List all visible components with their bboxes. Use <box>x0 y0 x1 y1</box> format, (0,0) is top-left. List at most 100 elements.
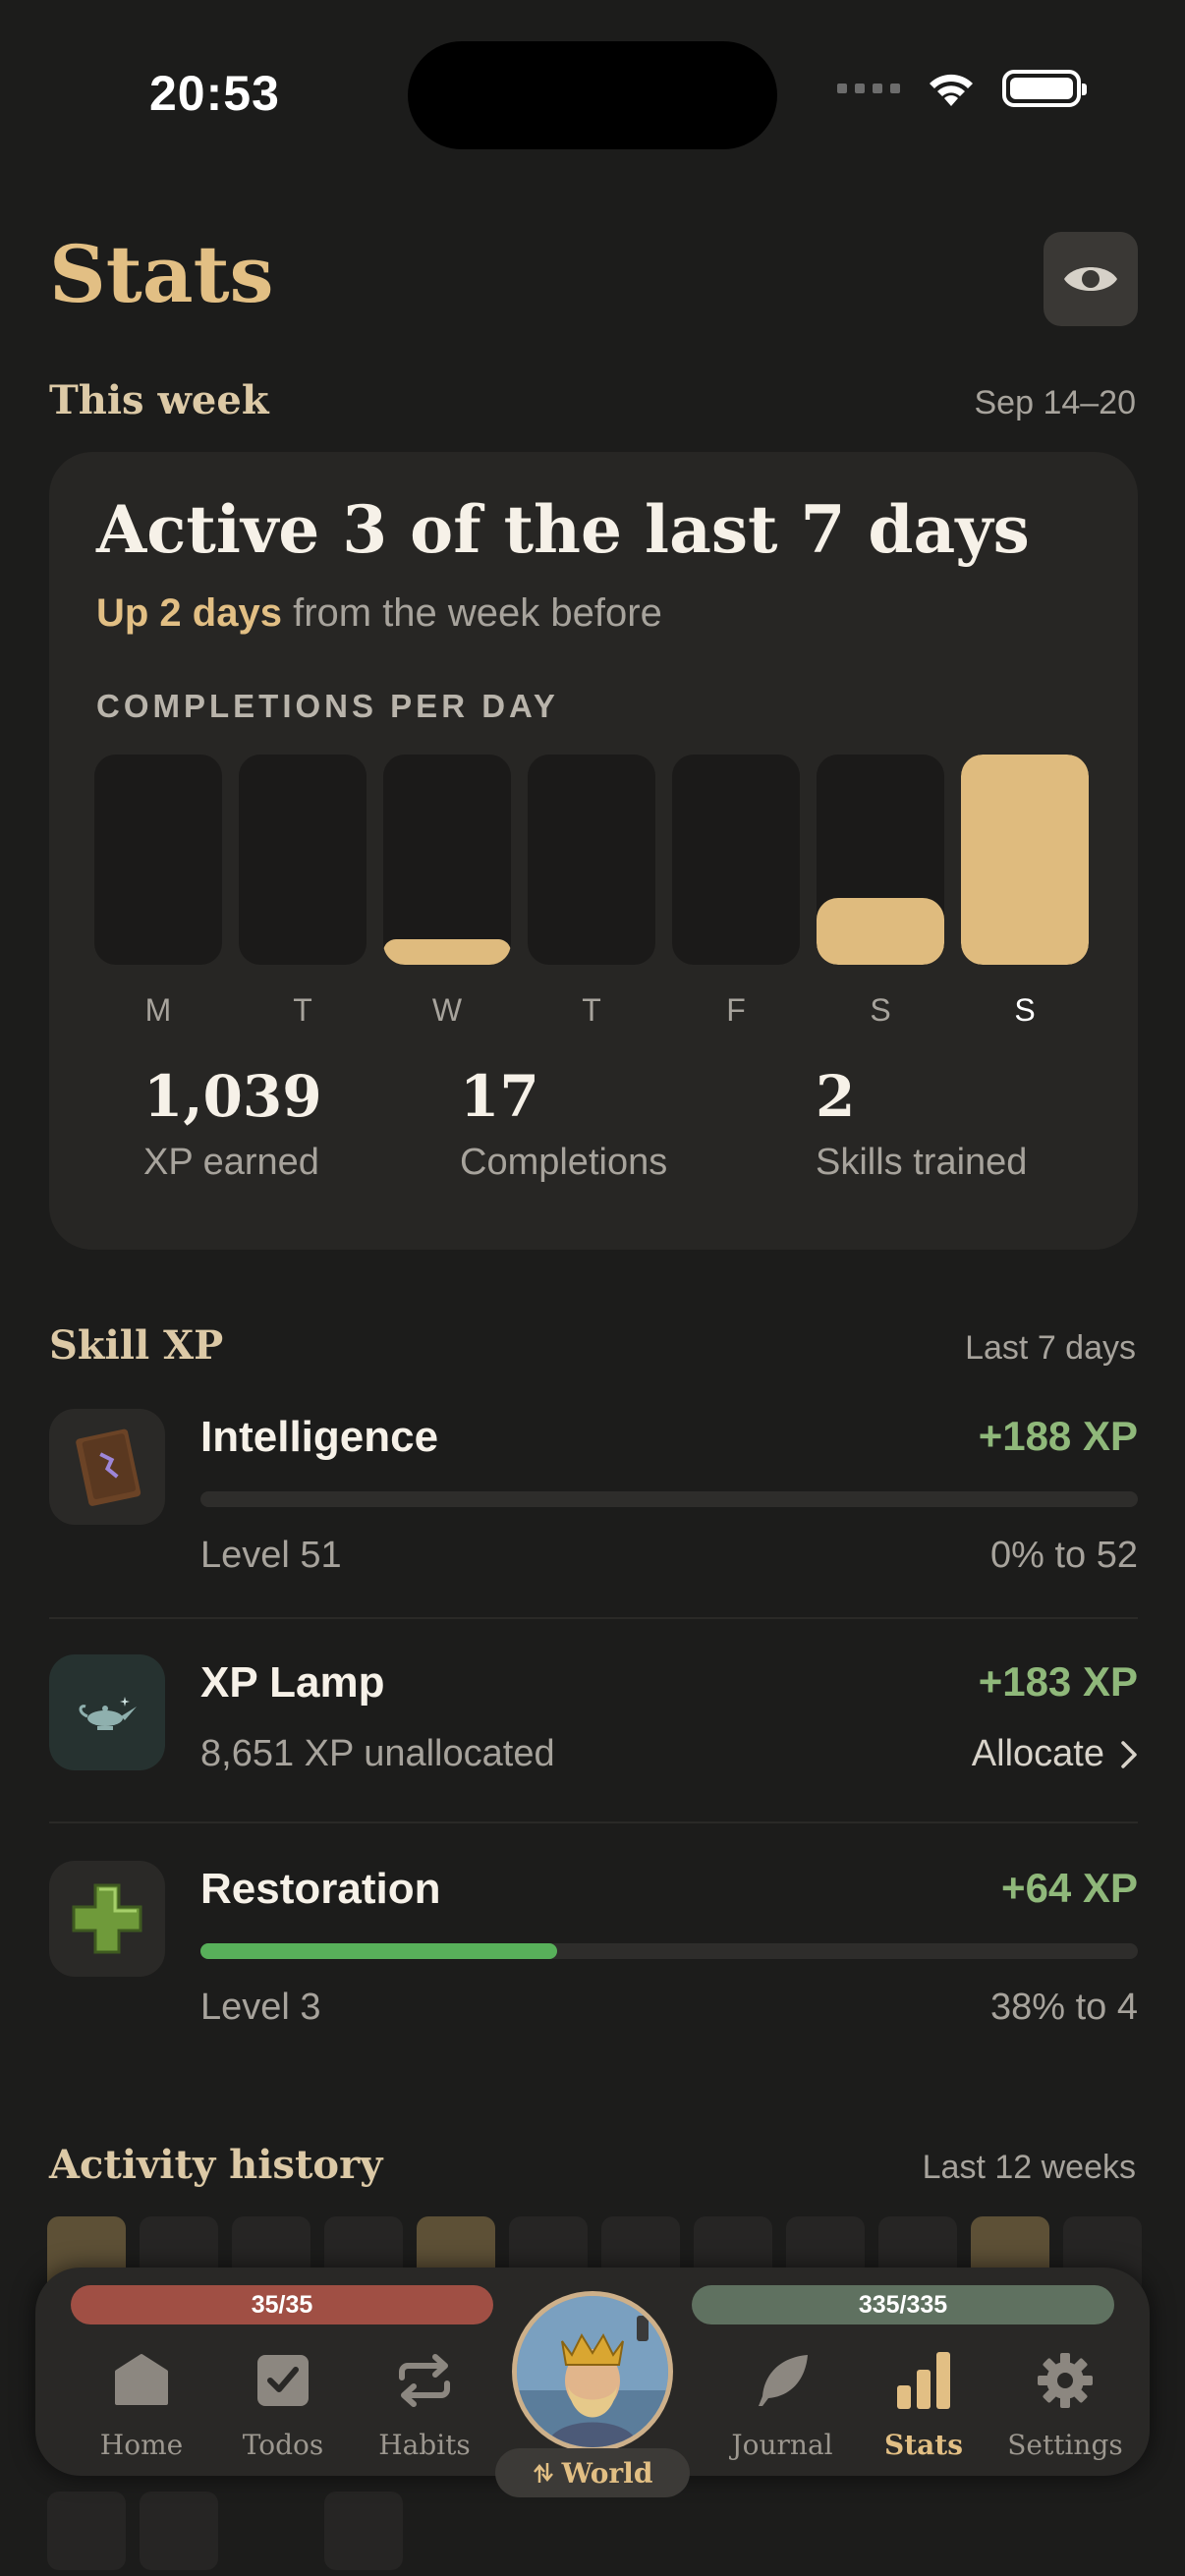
nav-habits[interactable]: Habits <box>356 2346 493 2461</box>
nav-label: Habits <box>378 2429 471 2461</box>
date-range: Sep 14–20 <box>974 384 1137 421</box>
day-label: F <box>726 992 746 1028</box>
spellbook-icon <box>49 1409 165 1525</box>
skill-xp-range: Last 7 days <box>965 1329 1136 1367</box>
battery-icon <box>1002 70 1087 107</box>
bar-slot <box>817 755 944 965</box>
section-title-activity: Activity history <box>49 2142 383 2188</box>
nav-label: Todos <box>242 2429 324 2461</box>
green-cross-icon <box>49 1861 165 1977</box>
skill-level: Level 3 <box>200 1987 321 2028</box>
day-label-today: S <box>1014 992 1036 1028</box>
this-week-header: This week Sep 14–20 <box>49 377 1136 423</box>
gear-icon <box>1031 2346 1100 2415</box>
stat-value: 17 <box>460 1063 539 1130</box>
stat-label: Completions <box>460 1142 668 1183</box>
skill-name: XP Lamp <box>200 1658 385 1707</box>
section-title-skill-xp: Skill XP <box>49 1322 224 1369</box>
nav-stats[interactable]: Stats <box>855 2346 992 2461</box>
swap-arrows-icon <box>533 2463 553 2483</box>
nav-label: Home <box>99 2429 184 2461</box>
health-bar: 35/35 <box>71 2285 493 2324</box>
nav-label: Journal <box>731 2429 833 2461</box>
stat-xp-earned: 1,039 XP earned <box>143 1063 322 1184</box>
bar-slot <box>961 755 1089 965</box>
heatmap-cell <box>324 2492 403 2570</box>
skill-xp-gain: +183 XP <box>978 1658 1138 1705</box>
stat-label: XP earned <box>143 1142 319 1183</box>
signal-dots-icon <box>837 84 900 93</box>
chart-label: COMPLETIONS PER DAY <box>96 688 559 724</box>
king-avatar-icon <box>517 2296 668 2447</box>
weekly-summary-card: Active 3 of the last 7 days Up 2 days fr… <box>49 452 1138 1250</box>
day-label: W <box>431 992 463 1028</box>
skill-name: Intelligence <box>200 1413 439 1461</box>
skill-progress-text: 0% to 52 <box>990 1535 1138 1576</box>
skill-progress-track <box>200 1491 1138 1507</box>
skill-xp-header: Skill XP Last 7 days <box>49 1322 1136 1369</box>
nav-journal[interactable]: Journal <box>713 2346 851 2461</box>
checkbox-icon <box>249 2346 317 2415</box>
unallocated-xp: 8,651 XP unallocated <box>200 1733 555 1774</box>
world-label: World <box>561 2456 653 2490</box>
stat-skills-trained: 2 Skills trained <box>816 1063 1027 1184</box>
home-icon <box>107 2346 176 2415</box>
skill-level: Level 51 <box>200 1535 342 1576</box>
delta-accent: Up 2 days <box>96 591 282 635</box>
day-label: M <box>144 992 172 1028</box>
bar-chart-icon <box>889 2346 958 2415</box>
nav-settings[interactable]: Settings <box>996 2346 1134 2461</box>
completions-bar-chart <box>94 755 1091 965</box>
dynamic-island <box>408 41 777 149</box>
skill-progress-text: 38% to 4 <box>990 1987 1138 2028</box>
heatmap-cell <box>140 2492 218 2570</box>
skill-row-restoration[interactable]: Restoration +64 XP Level 3 38% to 4 <box>49 1861 1138 2057</box>
bar-slot <box>239 755 367 965</box>
avatar[interactable] <box>512 2291 673 2452</box>
stat-completions: 17 Completions <box>460 1063 667 1184</box>
genie-lamp-icon <box>49 1654 165 1770</box>
stat-value: 1,039 <box>143 1063 322 1130</box>
skill-name: Restoration <box>200 1865 441 1913</box>
nav-label: Stats <box>884 2429 963 2461</box>
activity-range: Last 12 weeks <box>922 2149 1136 2186</box>
repeat-icon <box>390 2346 459 2415</box>
bar-slot <box>528 755 655 965</box>
nav-home[interactable]: Home <box>73 2346 210 2461</box>
bar-slot <box>94 755 222 965</box>
activity-delta: Up 2 days from the week before <box>96 591 662 636</box>
skill-row-xp-lamp[interactable]: XP Lamp +183 XP 8,651 XP unallocated All… <box>49 1654 1138 1782</box>
stat-value: 2 <box>816 1063 856 1130</box>
nav-todos[interactable]: Todos <box>214 2346 352 2461</box>
status-icons <box>837 69 1087 108</box>
bar-fill <box>817 898 944 965</box>
nav-label: Settings <box>1007 2429 1123 2461</box>
wifi-icon <box>930 74 973 106</box>
allocate-label: Allocate <box>971 1733 1104 1774</box>
bar-slot <box>672 755 800 965</box>
visibility-toggle-button[interactable] <box>1044 232 1138 326</box>
world-button[interactable]: World <box>495 2448 690 2497</box>
day-label: T <box>293 992 312 1028</box>
day-label: T <box>582 992 601 1028</box>
mana-bar: 335/335 <box>692 2285 1114 2324</box>
page-title: Stats <box>49 228 274 320</box>
section-title-this-week: This week <box>49 377 269 423</box>
divider <box>49 1617 1138 1619</box>
skill-progress-fill <box>200 1943 557 1959</box>
bar-fill <box>961 755 1089 965</box>
skill-row-intelligence[interactable]: Intelligence +188 XP Level 51 0% to 52 <box>49 1409 1138 1605</box>
bar-slot <box>383 755 511 965</box>
status-time: 20:53 <box>149 66 280 121</box>
day-label: S <box>870 992 891 1028</box>
skill-xp-gain: +64 XP <box>1001 1865 1138 1911</box>
eye-icon <box>1064 267 1117 291</box>
activity-history-header: Activity history Last 12 weeks <box>49 2142 1136 2188</box>
bottom-nav: 35/35 335/335 Home Todos Habits Journal … <box>35 2268 1150 2497</box>
allocate-button[interactable]: Allocate <box>972 1733 1138 1775</box>
bar-fill <box>383 939 511 965</box>
delta-rest: from the week before <box>281 591 662 635</box>
skill-progress-track <box>200 1943 1138 1959</box>
feather-icon <box>748 2346 817 2415</box>
activity-headline: Active 3 of the last 7 days <box>96 491 1030 568</box>
